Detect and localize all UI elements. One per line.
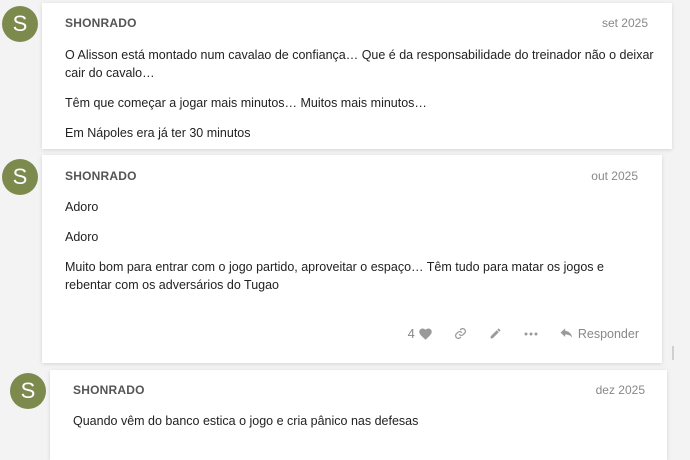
post-username[interactable]: SHONRADO <box>73 383 145 397</box>
post-body: Quando vêm do banco estica o jogo e cria… <box>73 412 643 442</box>
scrollbar-marker[interactable] <box>672 346 674 360</box>
reply-button[interactable]: Responder <box>560 327 639 341</box>
heart-icon <box>419 327 432 340</box>
link-icon <box>454 327 467 340</box>
post-body: O Alisson está montado num cavalao de co… <box>65 46 655 154</box>
more-icon <box>524 332 538 336</box>
reply-label: Responder <box>577 326 639 341</box>
more-button[interactable] <box>524 332 538 336</box>
post-paragraph: Adoro <box>65 230 99 244</box>
post-paragraph: Têm que começar a jogar mais minutos… Mu… <box>65 96 427 110</box>
post-card: SHONRADO dez 2025 Quando vêm do banco es… <box>50 370 667 460</box>
post-username[interactable]: SHONRADO <box>65 169 137 183</box>
avatar[interactable]: S <box>2 6 38 42</box>
post-paragraph: Em Nápoles era já ter 30 minutos <box>65 126 251 140</box>
avatar[interactable]: S <box>10 373 46 409</box>
post-date[interactable]: dez 2025 <box>596 383 645 397</box>
post-card: SHONRADO set 2025 O Alisson está montado… <box>42 3 672 149</box>
edit-button[interactable] <box>489 327 502 340</box>
post-username[interactable]: SHONRADO <box>65 16 137 30</box>
like-count: 4 <box>407 326 415 341</box>
like-button[interactable]: 4 <box>408 326 432 341</box>
post-actions: 4 Responder <box>408 326 639 341</box>
post-paragraph: Adoro <box>65 200 99 214</box>
reply-icon <box>560 327 573 340</box>
post-date[interactable]: out 2025 <box>591 169 638 183</box>
post-date[interactable]: set 2025 <box>602 16 648 30</box>
post-paragraph: O Alisson está montado num cavalao de co… <box>65 48 654 80</box>
pencil-icon <box>489 327 502 340</box>
post-paragraph: Muito bom para entrar com o jogo partido… <box>65 260 604 292</box>
avatar[interactable]: S <box>2 159 38 195</box>
post-card: SHONRADO out 2025 Adoro Adoro Muito bom … <box>42 155 662 363</box>
copy-link-button[interactable] <box>454 327 467 340</box>
post-paragraph: Quando vêm do banco estica o jogo e cria… <box>73 414 419 428</box>
post-body: Adoro Adoro Muito bom para entrar com o … <box>65 198 635 306</box>
